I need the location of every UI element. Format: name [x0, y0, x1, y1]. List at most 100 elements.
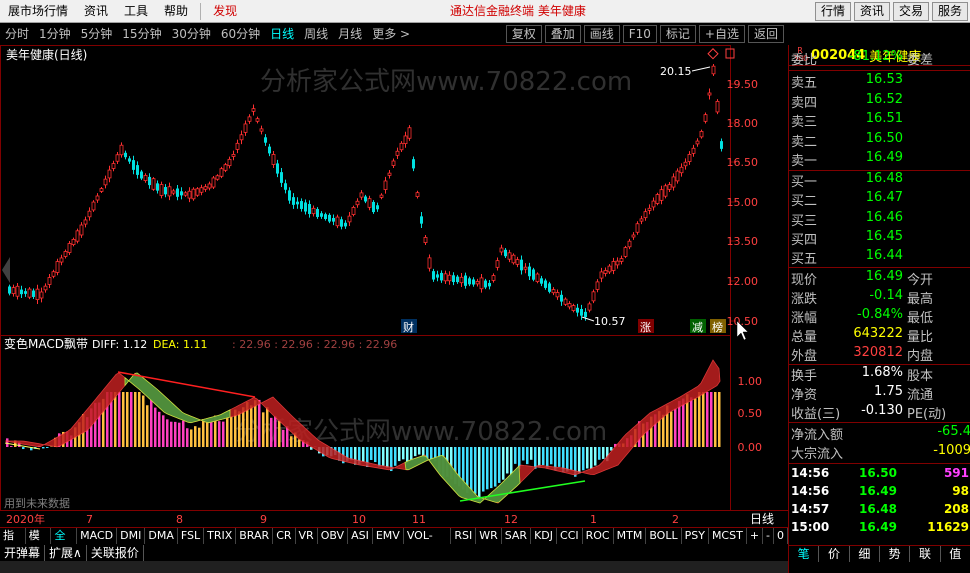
related-quotes-button[interactable]: 关联报价	[87, 544, 144, 561]
add-watchlist-button[interactable]: +自选	[698, 25, 745, 43]
draw-button[interactable]: 画线	[583, 25, 620, 43]
quote-button[interactable]: 行情	[814, 2, 851, 21]
candle-body	[436, 274, 439, 278]
diamond-icon[interactable]	[707, 48, 719, 60]
ask-row[interactable]: 卖五 16.53	[789, 72, 970, 92]
period-1min[interactable]: 1分钟	[34, 23, 76, 45]
ask-row[interactable]: 卖二 16.50	[789, 131, 970, 151]
candle-body	[95, 195, 100, 201]
period-15min[interactable]: 15分钟	[117, 23, 166, 45]
bid-row[interactable]: 买一 16.48	[789, 171, 970, 191]
candle-body	[320, 213, 323, 217]
period-daily[interactable]: 日线	[265, 23, 299, 45]
period-30min[interactable]: 30分钟	[167, 23, 216, 45]
tab-minus-icon[interactable]: -	[763, 528, 775, 544]
macd-bar	[582, 447, 585, 471]
service-button[interactable]: 服务	[931, 2, 968, 21]
menu-discover[interactable]: 发现	[205, 0, 245, 23]
indicator-tab[interactable]: DMA	[145, 528, 178, 544]
candle-body	[311, 207, 316, 215]
period-intraday[interactable]: 分时	[0, 23, 34, 45]
bottom-tabs: 开弹幕 扩展∧ 关联报价	[0, 544, 788, 561]
info-button[interactable]: 资讯	[853, 2, 890, 21]
indicator-tab[interactable]: BOLL	[646, 528, 682, 544]
indicator-tab[interactable]: CCI	[557, 528, 583, 544]
tab-zero-icon[interactable]: 0	[774, 528, 789, 544]
indicator-tab[interactable]: CR	[273, 528, 296, 544]
indicator-tab[interactable]: MTM	[614, 528, 647, 544]
bid-row[interactable]: 买五 16.44	[789, 248, 970, 268]
back-button[interactable]: 返回	[747, 25, 784, 43]
candle-body	[643, 211, 648, 219]
high-pointer	[691, 66, 711, 72]
candle-body	[259, 128, 264, 132]
indicator-tab[interactable]: 指标	[0, 528, 26, 558]
chart-area[interactable]: 分析家公式网www.70822.com 分析家公式网www.70822.com …	[0, 45, 788, 539]
tab-add-icon[interactable]: +	[747, 528, 764, 544]
bid-row[interactable]: 买二 16.47	[789, 190, 970, 210]
expand-button[interactable]: 扩展∧	[45, 544, 87, 561]
f10-button[interactable]: F10	[622, 25, 657, 43]
indicator-tab[interactable]: 全部	[51, 528, 78, 558]
panel-tab-value[interactable]: 值	[941, 546, 970, 562]
period-weekly[interactable]: 周线	[299, 23, 333, 45]
ask-row[interactable]: 卖一 16.49	[789, 150, 970, 170]
indicator-tab[interactable]: ROC	[583, 528, 614, 544]
panel-tab-price[interactable]: 价	[819, 546, 850, 562]
divider	[789, 267, 970, 268]
ask-row[interactable]: 卖三 16.51	[789, 111, 970, 131]
scroll-left-icon[interactable]	[2, 257, 10, 283]
tick-time: 14:56	[791, 466, 830, 480]
indicator-tab[interactable]: SAR	[502, 528, 532, 544]
indicator-tab[interactable]: PSY	[682, 528, 709, 544]
panel-tab-trades[interactable]: 笔	[789, 546, 820, 562]
indicator-name[interactable]: 变色MACD飘带	[4, 336, 88, 351]
adjust-button[interactable]: 复权	[505, 25, 542, 43]
indicator-tab[interactable]: TRIX	[204, 528, 237, 544]
indicator-tab[interactable]: VR	[296, 528, 318, 544]
candle-body	[383, 180, 388, 190]
panel-tab-trend[interactable]: 势	[880, 546, 911, 562]
indicator-tab[interactable]: FSL	[178, 528, 205, 544]
indicator-tab[interactable]: MACD	[77, 528, 118, 544]
overlay-button[interactable]: 叠加	[544, 25, 581, 43]
candle-body	[203, 186, 208, 190]
indicator-tab[interactable]: KDJ	[531, 528, 558, 544]
kline-chart[interactable]: 分析家公式网www.70822.com 分析家公式网www.70822.com …	[0, 45, 788, 527]
bid-row[interactable]: 买四 16.45	[789, 229, 970, 249]
period-more[interactable]: 更多 >	[367, 23, 415, 45]
indicator-tab[interactable]: VOL-TDX	[404, 528, 452, 558]
candle-body	[499, 247, 504, 253]
menu-market[interactable]: 展市场行情	[0, 0, 76, 23]
candle-body	[459, 276, 464, 284]
macd-bar	[522, 447, 525, 461]
indicator-tab[interactable]: 模板	[26, 528, 52, 558]
indicator-tab[interactable]: OBV	[318, 528, 349, 544]
mark-button[interactable]: 标记	[659, 25, 696, 43]
ask-row[interactable]: 卖四 16.52	[789, 92, 970, 112]
menu-help[interactable]: 帮助	[156, 0, 196, 23]
macd-bar	[378, 447, 381, 467]
indicator-tab[interactable]: RSI	[451, 528, 477, 544]
panel-tab-detail[interactable]: 细	[850, 546, 880, 562]
bid-row[interactable]: 买三 16.46	[789, 210, 970, 230]
period-5min[interactable]: 5分钟	[76, 23, 118, 45]
candle-body	[67, 243, 72, 253]
indicator-tab[interactable]: BRAR	[236, 528, 274, 544]
panel-tab-related[interactable]: 联	[910, 546, 941, 562]
candle-body	[511, 254, 516, 264]
indicator-tab[interactable]: MCST	[709, 528, 747, 544]
period-monthly[interactable]: 月线	[333, 23, 367, 45]
indicator-tab[interactable]: DMI	[117, 528, 146, 544]
trade-button[interactable]: 交易	[892, 2, 929, 21]
candle-body	[296, 201, 299, 205]
macd-bar	[410, 447, 413, 461]
indicator-tab[interactable]: ASI	[348, 528, 373, 544]
danmaku-button[interactable]: 开弹幕	[0, 544, 46, 561]
menu-tools[interactable]: 工具	[116, 0, 156, 23]
indicator-tab[interactable]: EMV	[373, 528, 404, 544]
menu-news[interactable]: 资讯	[76, 0, 116, 23]
indicator-tab[interactable]: WR	[476, 528, 502, 544]
candle-body	[372, 201, 375, 213]
period-60min[interactable]: 60分钟	[216, 23, 265, 45]
